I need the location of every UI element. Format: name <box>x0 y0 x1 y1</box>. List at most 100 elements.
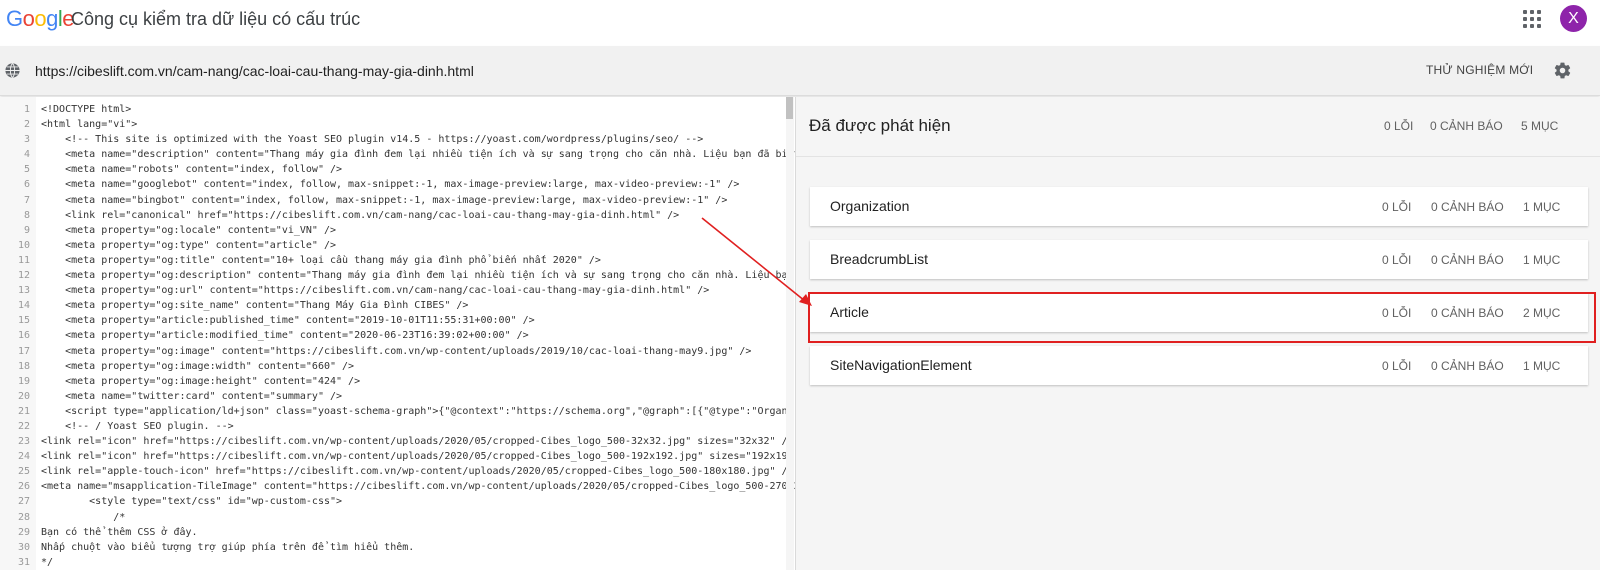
code-line: 16 <meta property="article:modified_time… <box>0 328 795 343</box>
line-number: 20 <box>17 390 30 402</box>
line-number: 17 <box>17 345 30 357</box>
detected-title: Đã được phát hiện <box>809 116 951 135</box>
code-line: 11 <meta property="og:title" content="10… <box>0 253 795 268</box>
code-text: <meta property="og:type" content="articl… <box>41 239 337 251</box>
code-text: <meta property="og:url" content="https:/… <box>41 285 710 297</box>
code-text: <meta name="robots" content="index, foll… <box>41 164 343 176</box>
code-text: <meta property="article:modified_time" c… <box>41 330 529 342</box>
code-text: <meta name="bingbot" content="index, fol… <box>41 194 728 206</box>
code-text: <html lang="vi"> <box>41 119 138 131</box>
line-number: 13 <box>17 285 30 297</box>
card-items: 1 MỤC <box>1523 253 1561 267</box>
card-items: 1 MỤC <box>1523 359 1561 373</box>
code-line: 4 <meta name="description" content="Than… <box>0 147 796 162</box>
line-number: 30 <box>17 541 30 553</box>
code-line: 8 <link rel="canonical" href="https://ci… <box>0 208 795 223</box>
line-number: 11 <box>17 254 30 266</box>
avatar[interactable]: X <box>1560 5 1587 32</box>
logo-letter-o2: o <box>34 6 47 31</box>
summary-warnings: 0 CẢNH BÁO <box>1430 119 1503 133</box>
line-number: 25 <box>17 466 30 478</box>
app-header: Google Công cụ kiểm tra dữ liệu có cấu t… <box>0 0 1600 46</box>
gear-icon[interactable] <box>1553 61 1572 80</box>
card-items: 1 MỤC <box>1523 200 1561 214</box>
code-line: 9 <meta property="og:locale" content="vi… <box>0 223 795 238</box>
card-errors: 0 LỖI <box>1382 200 1412 214</box>
code-text: <meta name="msapplication-TileImage" con… <box>41 481 796 493</box>
code-line: 17 <meta property="og:image" content="ht… <box>0 344 795 359</box>
line-number: 1 <box>23 104 30 115</box>
logo-letter-g2: g <box>46 6 58 31</box>
line-number: 8 <box>23 209 30 221</box>
line-number: 23 <box>17 436 30 448</box>
code-text: <link rel="apple-touch-icon" href="https… <box>41 466 794 478</box>
code-text: <meta property="og:image:width" content=… <box>41 360 355 372</box>
code-line: 18 <meta property="og:image:width" conte… <box>0 359 795 374</box>
line-number: 10 <box>17 239 30 251</box>
result-card-organization[interactable]: Organization 0 LỖI 0 CẢNH BÁO 1 MỤC <box>810 187 1588 226</box>
url-input[interactable]: https://cibeslift.com.vn/cam-nang/cac-lo… <box>35 63 474 79</box>
line-number: 27 <box>17 496 30 508</box>
line-number: 24 <box>17 451 30 463</box>
line-number: 15 <box>17 315 30 327</box>
highlight-box <box>808 292 1596 343</box>
line-number: 19 <box>17 375 30 387</box>
code-text: <meta property="og:image:height" content… <box>41 375 361 387</box>
google-logo[interactable]: Google <box>6 6 75 32</box>
line-number: 4 <box>23 149 30 161</box>
source-code-editor[interactable]: 1 <!DOCTYPE html> 2 <html lang="vi"> 3 <!-- … <box>0 97 796 570</box>
code-text: <!-- / Yoast SEO plugin. --> <box>41 420 234 432</box>
code-text: <link rel="icon" href="https://cibeslift… <box>41 451 796 463</box>
code-line: 28 /* <box>0 510 795 525</box>
code-line: 25 <link rel="apple-touch-icon" href="htt… <box>0 464 795 479</box>
code-line: 23 <link rel="icon" href="https://cibesli… <box>0 434 795 449</box>
line-number: 16 <box>17 330 30 342</box>
line-number: 14 <box>17 300 30 312</box>
code-scrollbar-thumb[interactable] <box>786 97 793 119</box>
code-lines: 1 <!DOCTYPE html> 2 <html lang="vi"> 3 <!-- … <box>0 102 796 570</box>
code-line: 26 <meta name="msapplication-TileImage" c… <box>0 479 796 494</box>
code-text: <meta property="og:description" content=… <box>41 270 794 282</box>
summary-errors: 0 LỖI <box>1384 119 1414 133</box>
code-line: 5 <meta name="robots" content="index, fo… <box>0 162 795 177</box>
apps-grid-icon[interactable] <box>1523 10 1541 28</box>
code-line: 20 <meta name="twitter:card" content="su… <box>0 389 795 404</box>
code-text: <meta name="googlebot" content="index, f… <box>41 179 740 191</box>
code-line: 19 <meta property="og:image:height" cont… <box>0 374 795 389</box>
code-text: <!-- This site is optimized with the Yoa… <box>41 134 704 146</box>
line-number: 26 <box>17 481 30 493</box>
code-text: <meta property="article:published_time" … <box>41 315 535 327</box>
result-card-breadcrumblist[interactable]: BreadcrumbList 0 LỖI 0 CẢNH BÁO 1 MỤC <box>810 240 1588 279</box>
line-number: 7 <box>23 194 30 206</box>
new-test-button[interactable]: THỬ NGHIỆM MỚI <box>1426 63 1533 77</box>
code-line: 13 <meta property="og:url" content="http… <box>0 283 795 298</box>
globe-icon <box>5 63 20 78</box>
url-bar: https://cibeslift.com.vn/cam-nang/cac-lo… <box>0 46 1600 96</box>
card-warnings: 0 CẢNH BÁO <box>1431 253 1504 267</box>
code-line: 10 <meta property="og:type" content="art… <box>0 238 795 253</box>
line-number: 28 <box>17 511 30 523</box>
result-card-sitenavigationelement[interactable]: SiteNavigationElement 0 LỖI 0 CẢNH BÁO 1… <box>810 346 1588 385</box>
code-text: Nhấp chuột vào biểu tượng trợ giúp phía … <box>41 541 415 553</box>
code-line: 2 <html lang="vi"> <box>0 117 795 132</box>
code-scrollbar-track[interactable] <box>786 97 794 570</box>
code-line: 14 <meta property="og:site_name" content… <box>0 298 795 313</box>
card-errors: 0 LỖI <box>1382 253 1412 267</box>
annotation-arrow <box>701 217 812 306</box>
line-number: 9 <box>23 224 30 236</box>
code-text: Bạn có thể thêm CSS ở đây. <box>41 526 198 538</box>
code-text: <meta name="description" content="Thang … <box>41 149 796 161</box>
code-text: <link rel="icon" href="https://cibeslift… <box>41 436 794 448</box>
line-number: 2 <box>23 119 30 131</box>
card-errors: 0 LỖI <box>1382 359 1412 373</box>
code-text: */ <box>41 556 54 568</box>
line-number: 3 <box>23 134 30 146</box>
summary-items: 5 MỤC <box>1521 119 1559 133</box>
line-number: 21 <box>17 405 30 417</box>
code-line: 27 <style type="text/css" id="wp-custom-… <box>0 494 795 509</box>
line-number: 29 <box>17 526 30 538</box>
code-line: 6 <meta name="googlebot" content="index,… <box>0 177 795 192</box>
line-number: 22 <box>17 420 30 432</box>
code-line: 15 <meta property="article:published_tim… <box>0 313 795 328</box>
logo-letter-o1: o <box>22 6 35 31</box>
